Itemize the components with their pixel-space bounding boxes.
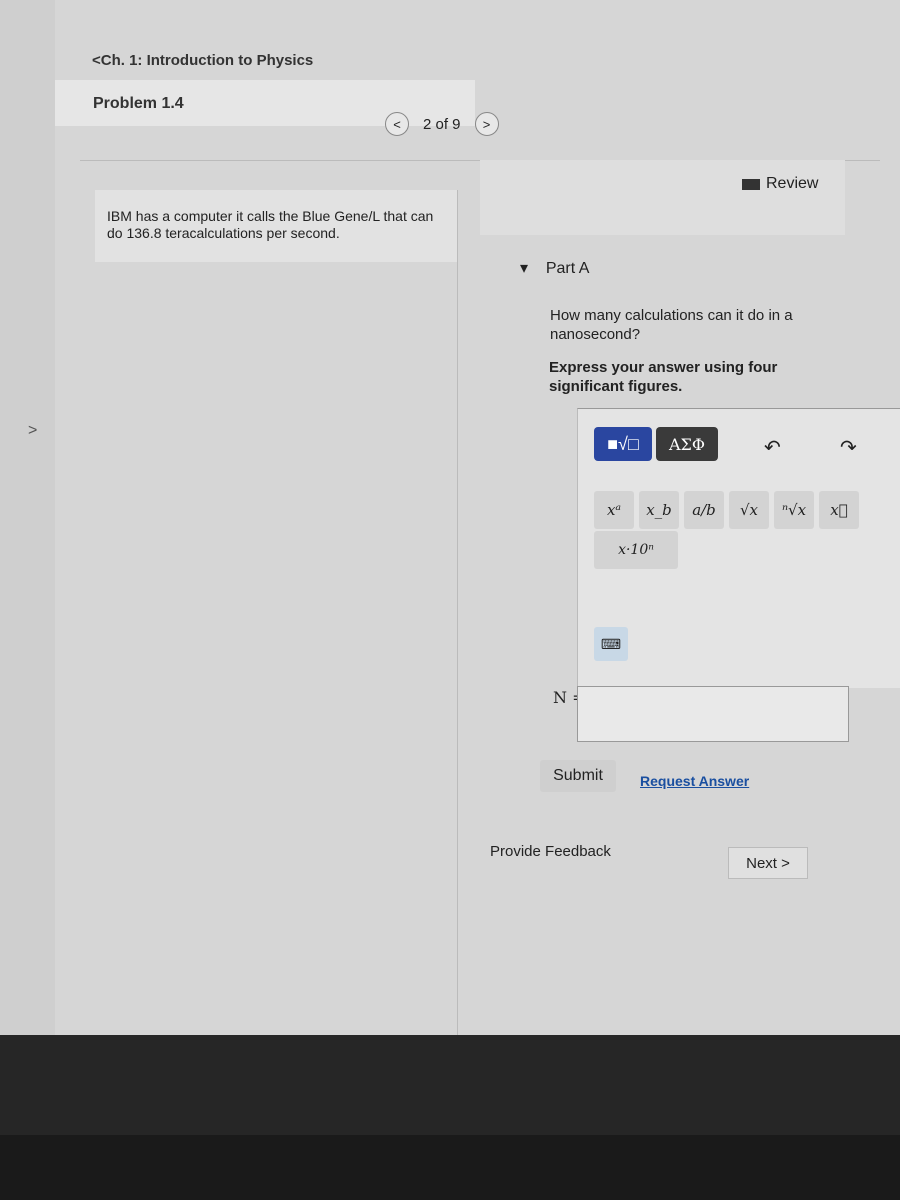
next-arrow-button[interactable]: > — [474, 112, 499, 136]
question: How many calculations can it do in a nan… — [550, 307, 793, 343]
review-link[interactable]: Review — [742, 175, 818, 193]
expand-chevron-icon[interactable]: > — [28, 422, 37, 440]
pager-position: 2 of 9 — [423, 115, 461, 133]
vector-button[interactable]: x⃗ — [819, 491, 859, 529]
laptop-bezel-lower — [0, 1135, 900, 1200]
review-band — [480, 160, 845, 235]
undo-icon[interactable]: ↶ — [764, 435, 781, 460]
breadcrumb[interactable]: <Ch. 1: Introduction to Physics — [92, 52, 313, 69]
problem-statement: IBM has a computer it calls the Blue Gen… — [95, 190, 457, 262]
next-button[interactable]: Next > — [728, 847, 808, 879]
provide-feedback-link[interactable]: Provide Feedback — [490, 843, 611, 860]
pager: < 2 of 9 > — [385, 112, 499, 136]
greek-button[interactable]: ΑΣΦ — [656, 427, 718, 461]
math-editor: ■√□ ΑΣΦ ↶ ↷ xᵃ x_b a/b √x ⁿ√x x⃗ x·10ⁿ ⌨ — [577, 408, 900, 688]
scientific-notation-button[interactable]: x·10ⁿ — [594, 531, 678, 569]
redo-icon[interactable]: ↷ — [840, 435, 857, 460]
superscript-button[interactable]: xᵃ — [594, 491, 634, 529]
nth-root-button[interactable]: ⁿ√x — [774, 491, 814, 529]
page-title: Problem 1.4 — [93, 95, 184, 112]
review-label: Review — [766, 175, 819, 192]
fraction-button[interactable]: a/b — [684, 491, 724, 529]
part-label: Part A — [545, 260, 590, 277]
book-icon — [742, 178, 760, 190]
prev-button[interactable]: < — [385, 112, 409, 136]
submit-button[interactable]: Submit — [540, 760, 616, 792]
sqrt-button[interactable]: √x — [729, 491, 769, 529]
divider — [457, 190, 458, 1040]
part-a-toggle[interactable]: ▾ Part A — [520, 258, 589, 278]
left-strip — [0, 0, 55, 1040]
templates-button[interactable]: ■√□ — [594, 427, 652, 461]
request-answer-link[interactable]: Request Answer — [640, 773, 749, 789]
answer-input[interactable] — [577, 686, 849, 742]
keyboard-icon[interactable]: ⌨ — [594, 627, 628, 661]
instruction: Express your answer using four significa… — [549, 359, 778, 395]
subscript-button[interactable]: x_b — [639, 491, 679, 529]
